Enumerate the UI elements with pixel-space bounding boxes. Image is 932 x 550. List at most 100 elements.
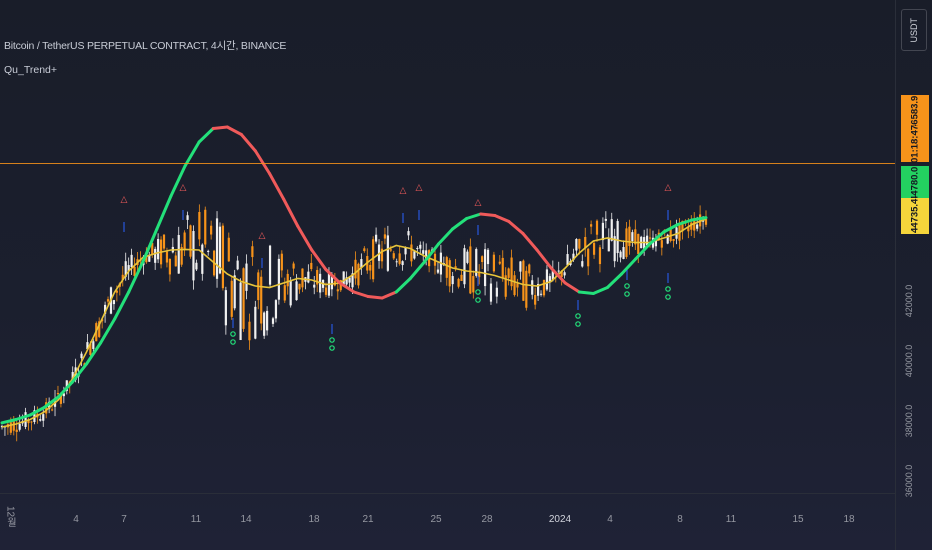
candle-body bbox=[389, 249, 392, 251]
candle-body bbox=[324, 287, 328, 295]
candle-body bbox=[542, 279, 546, 296]
candle-body bbox=[448, 260, 451, 287]
trend-segment bbox=[451, 217, 469, 231]
trend-segment bbox=[408, 260, 426, 280]
candle-body bbox=[30, 421, 33, 423]
candle-body bbox=[310, 262, 313, 270]
candle-body bbox=[204, 209, 207, 245]
trend-segment bbox=[436, 227, 455, 246]
price-tick-label: 38000.0 bbox=[904, 404, 914, 438]
candle-body bbox=[277, 258, 280, 300]
trend-segment bbox=[493, 214, 511, 223]
candle-body bbox=[631, 232, 634, 242]
trend-segment bbox=[591, 286, 609, 295]
trend-segment bbox=[239, 133, 257, 153]
price-axis-divider bbox=[895, 0, 896, 550]
sell-signal-marker: △ bbox=[475, 198, 482, 208]
candle-body bbox=[162, 234, 166, 249]
candle-body bbox=[595, 220, 599, 235]
candle-body bbox=[369, 264, 372, 271]
candle-body bbox=[525, 270, 528, 308]
candle-body bbox=[601, 222, 605, 241]
candle-body bbox=[463, 248, 466, 285]
candle-body bbox=[622, 247, 625, 260]
candle-body bbox=[516, 283, 519, 288]
candle-body bbox=[112, 300, 116, 305]
candle-body bbox=[557, 270, 560, 272]
sell-signal-marker: △ bbox=[665, 183, 672, 193]
candle-body bbox=[271, 318, 275, 324]
buy-signal-marker bbox=[624, 291, 630, 297]
trend-segment bbox=[253, 149, 272, 175]
candle-body bbox=[513, 275, 516, 296]
candle-body bbox=[563, 272, 566, 276]
trend-segment bbox=[465, 212, 483, 220]
buy-signal-marker bbox=[575, 321, 581, 327]
candle-body bbox=[357, 263, 360, 286]
candle-body bbox=[501, 257, 504, 278]
candle-body bbox=[374, 234, 378, 242]
candle-body bbox=[495, 287, 498, 297]
trend-segment bbox=[479, 212, 497, 217]
candle-body bbox=[177, 235, 180, 274]
trend-segment bbox=[605, 272, 624, 289]
candle-body bbox=[224, 290, 227, 326]
candle-body bbox=[230, 280, 233, 317]
time-tick-label: 21 bbox=[362, 514, 374, 525]
symbol-title[interactable]: Bitcoin / TetherUS PERPETUAL CONTRACT, 4… bbox=[4, 38, 286, 53]
candle-body bbox=[239, 282, 242, 341]
candle-body bbox=[192, 231, 195, 281]
time-tick-label: 14 bbox=[240, 514, 252, 525]
candle-body bbox=[592, 242, 596, 255]
buy-signal-marker bbox=[475, 297, 481, 303]
candle-body bbox=[528, 264, 531, 274]
candle-body bbox=[56, 392, 60, 395]
sell-signal-marker: △ bbox=[259, 231, 266, 241]
candle-body bbox=[154, 248, 157, 263]
time-axis-divider bbox=[0, 493, 895, 494]
candle-body bbox=[248, 321, 251, 341]
trend-segment bbox=[535, 248, 553, 270]
time-tick-label: 2024 bbox=[548, 514, 572, 525]
trend-segment bbox=[380, 290, 398, 300]
candle-body bbox=[280, 253, 283, 271]
time-tick-label: 11 bbox=[190, 514, 202, 525]
trend-segment bbox=[352, 290, 370, 298]
candle-body bbox=[607, 237, 610, 252]
candle-body bbox=[395, 261, 398, 263]
candle-body bbox=[575, 239, 578, 251]
candle-body bbox=[637, 233, 640, 255]
candle-body bbox=[451, 276, 454, 285]
candle-body bbox=[672, 239, 675, 241]
candle-body bbox=[392, 253, 395, 259]
candle-body bbox=[407, 231, 410, 236]
candle-body bbox=[130, 254, 133, 268]
candle-body bbox=[625, 228, 628, 257]
candle-body bbox=[9, 422, 12, 433]
currency-unit-button[interactable]: USDT bbox=[901, 9, 927, 51]
candle-body bbox=[410, 244, 413, 262]
candle-body bbox=[587, 248, 590, 267]
candle-body bbox=[195, 262, 198, 270]
trend-segment bbox=[366, 295, 384, 300]
candle-body bbox=[15, 429, 18, 432]
time-tick-label: 12월 bbox=[4, 506, 16, 528]
candle-body bbox=[92, 341, 95, 349]
price-tick-label: 40000.0 bbox=[904, 344, 914, 378]
price-chart[interactable]: △ △ △ △ △ △ △ bbox=[0, 0, 932, 550]
trend-segment bbox=[394, 277, 412, 294]
candle-body bbox=[616, 221, 619, 254]
candle-body bbox=[398, 253, 401, 264]
buy-signal-marker bbox=[329, 337, 335, 343]
candle-body bbox=[590, 224, 593, 227]
candle-body bbox=[227, 237, 230, 262]
indicator-name[interactable]: Qu_Trend+ bbox=[4, 64, 57, 76]
price-badge: 44780.0 bbox=[901, 166, 929, 202]
candle-body bbox=[578, 238, 581, 249]
price-badge: 01:18:47 bbox=[901, 125, 929, 163]
time-tick-label: 4 bbox=[73, 514, 79, 525]
candle-body bbox=[619, 251, 622, 258]
trend-segment bbox=[268, 172, 286, 201]
candle-body bbox=[566, 254, 569, 266]
trend-segment bbox=[155, 194, 173, 231]
